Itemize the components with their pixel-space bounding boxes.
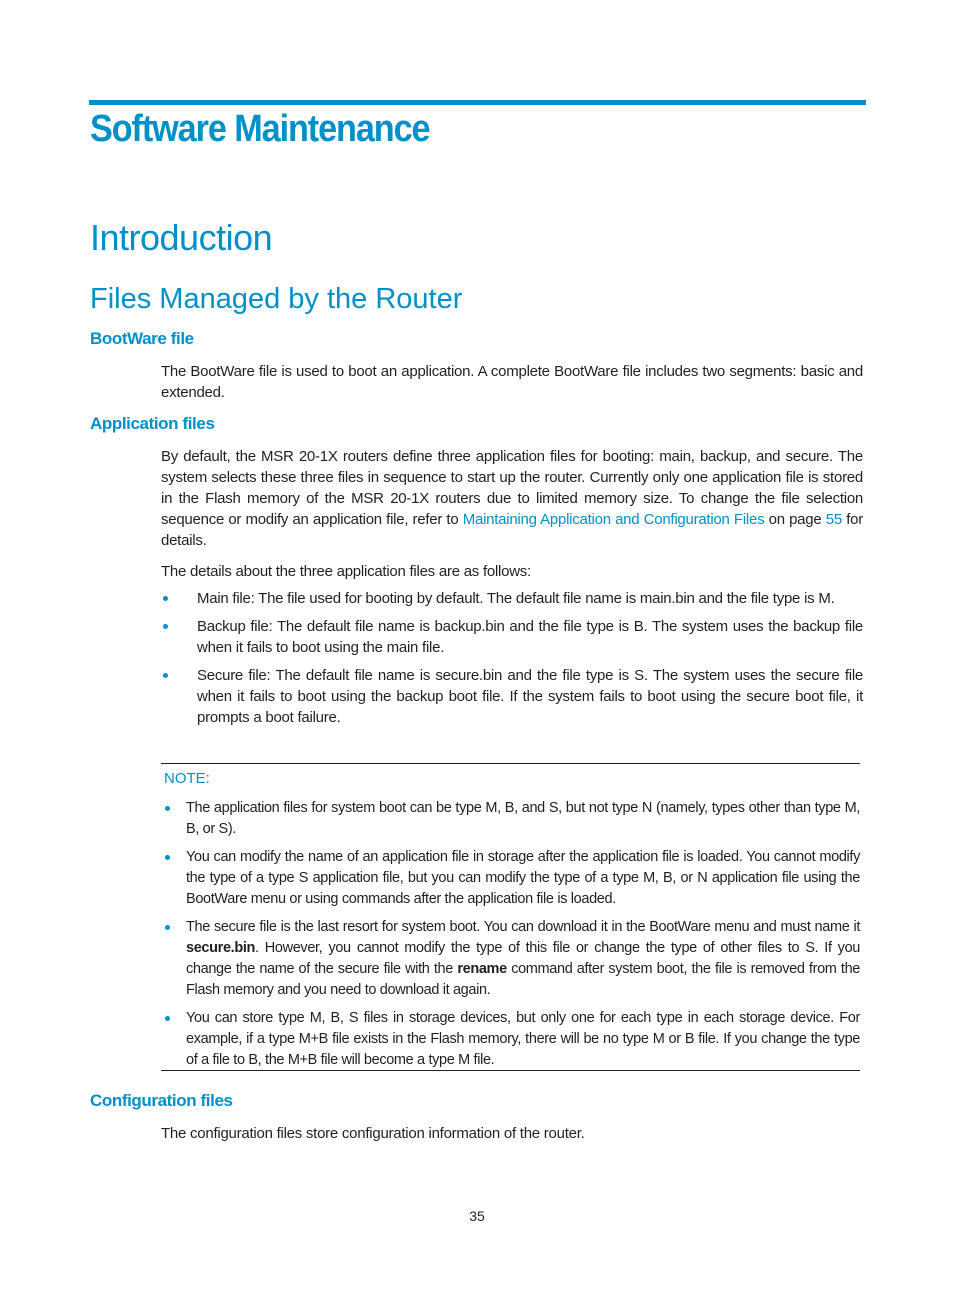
note-item: You can store type M, B, S files in stor… xyxy=(161,1008,860,1071)
list-item-text: Backup file: The default file name is ba… xyxy=(197,618,863,656)
secure-bin-filename: secure.bin xyxy=(186,940,256,956)
note-bottom-rule xyxy=(161,1070,860,1071)
bootware-heading: BootWare file xyxy=(90,329,194,348)
bootware-paragraph: The BootWare file is used to boot an app… xyxy=(161,363,863,401)
application-text-2: on page xyxy=(764,511,826,528)
subsection-title: Files Managed by the Router xyxy=(90,283,463,315)
rename-command: rename xyxy=(457,961,507,977)
list-item-text: Secure file: The default file name is se… xyxy=(197,667,863,726)
list-item-secure-file: Secure file: The default file name is se… xyxy=(161,665,863,728)
note-item-text: The secure file is the last resort for s… xyxy=(186,919,860,935)
note-top-rule xyxy=(161,763,860,764)
application-files-list: Main file: The file used for booting by … xyxy=(161,588,863,735)
application-files-paragraph: By default, the MSR 20-1X routers define… xyxy=(161,446,863,551)
configuration-files-paragraph: The configuration files store configurat… xyxy=(161,1125,585,1142)
list-item-backup-file: Backup file: The default file name is ba… xyxy=(161,616,863,658)
page-number: 35 xyxy=(469,1208,485,1224)
application-files-heading: Application files xyxy=(90,414,215,433)
note-label: NOTE: xyxy=(164,770,210,787)
list-item-text: Main file: The file used for booting by … xyxy=(197,590,835,607)
details-intro: The details about the three application … xyxy=(161,563,531,580)
page-55-link[interactable]: 55 xyxy=(826,511,842,528)
chapter-top-rule xyxy=(89,100,866,105)
note-item: The secure file is the last resort for s… xyxy=(161,917,860,1001)
note-item-text: You can modify the name of an applicatio… xyxy=(186,849,860,907)
section-title: Introduction xyxy=(90,217,273,258)
list-item-main-file: Main file: The file used for booting by … xyxy=(161,588,863,609)
bullet-icon xyxy=(165,1016,170,1021)
note-item-text: The application files for system boot ca… xyxy=(186,800,860,837)
bullet-icon xyxy=(165,925,170,930)
maintaining-files-link[interactable]: Maintaining Application and Configuratio… xyxy=(463,511,765,528)
configuration-files-heading: Configuration files xyxy=(90,1091,233,1110)
note-list: The application files for system boot ca… xyxy=(161,798,860,1078)
note-item-text: You can store type M, B, S files in stor… xyxy=(186,1010,860,1068)
bullet-icon xyxy=(163,673,168,678)
note-item: You can modify the name of an applicatio… xyxy=(161,847,860,910)
bullet-icon xyxy=(163,624,168,629)
bullet-icon xyxy=(163,596,168,601)
note-item: The application files for system boot ca… xyxy=(161,798,860,840)
bullet-icon xyxy=(165,855,170,860)
chapter-title: Software Maintenance xyxy=(90,108,431,150)
bullet-icon xyxy=(165,806,170,811)
